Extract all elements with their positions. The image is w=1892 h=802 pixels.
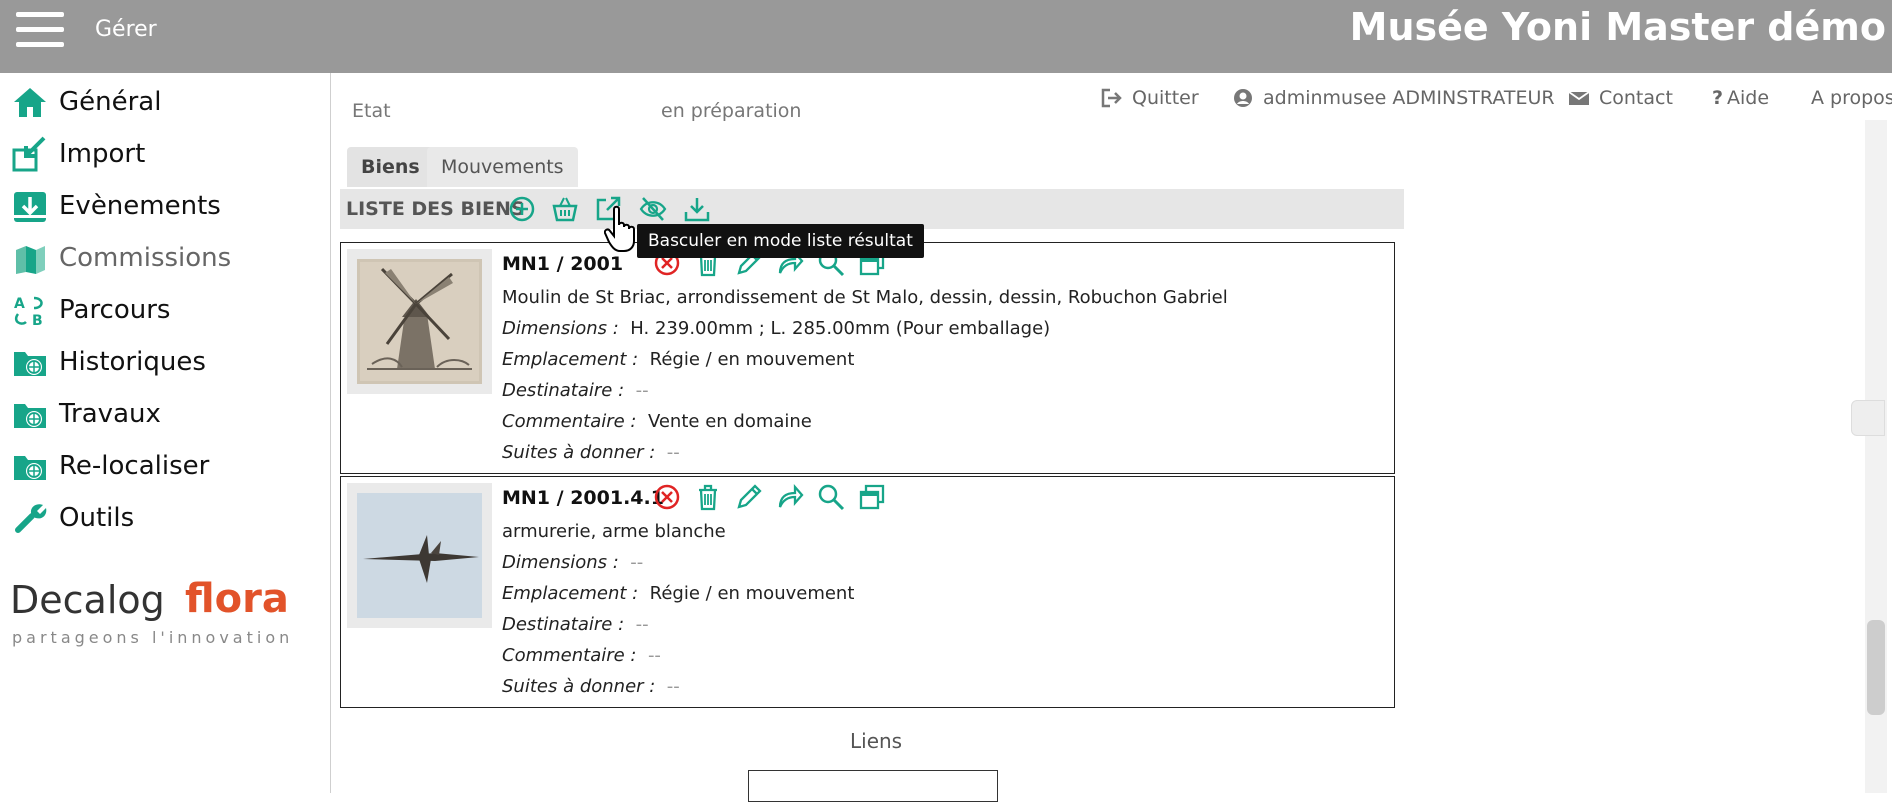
item-field: Commentaire : Vente en domaine — [502, 411, 812, 432]
item-description: armurerie, arme blanche — [502, 521, 726, 542]
sidebar-item-historiques[interactable]: Historiques — [0, 338, 330, 384]
folder-globe-icon — [14, 404, 46, 428]
item-field: Emplacement : Régie / en mouvement — [502, 583, 855, 604]
sidebar-item-travaux[interactable]: Travaux — [0, 390, 330, 436]
wrench-icon — [15, 504, 47, 533]
item-field: Emplacement : Régie / en mouvement — [502, 349, 855, 370]
trash-icon[interactable] — [694, 483, 722, 511]
item-thumbnail[interactable] — [347, 249, 492, 394]
tab-mouvements[interactable]: Mouvements — [427, 147, 578, 187]
route-icon: A B — [14, 296, 43, 328]
contact-link-label: Contact — [1599, 87, 1673, 109]
item-field: Suites à donner : -- — [502, 442, 680, 463]
user-link-label: adminmusee ADMINSTRATEUR — [1263, 87, 1555, 109]
blade-weapon-image — [357, 493, 482, 618]
help-link-label: Aide — [1727, 87, 1770, 109]
download-box-icon — [14, 192, 46, 222]
links-box[interactable] — [748, 770, 998, 802]
home-icon — [14, 88, 46, 117]
sidebar-item-label: Historiques — [59, 347, 206, 377]
item-thumbnail[interactable] — [347, 483, 492, 628]
copy-window-icon[interactable] — [858, 483, 886, 511]
svg-text:A: A — [14, 296, 25, 312]
contact-link[interactable]: Contact — [1568, 87, 1673, 109]
status-value-cutoff: en préparation — [661, 100, 802, 122]
status-label-cutoff: Etat — [352, 100, 391, 122]
menu-label[interactable]: Gérer — [95, 17, 157, 42]
item-field: Destinataire : -- — [502, 380, 649, 401]
sign-out-icon — [1101, 88, 1122, 108]
tooltip: Basculer en mode liste résultat — [637, 224, 924, 258]
app-title: Musée Yoni Master démo — [1349, 5, 1886, 49]
item-reference[interactable]: MN1 / 2001.4.1 — [502, 487, 664, 509]
sidebar-item-general[interactable]: Général — [0, 78, 330, 124]
links-section-title: Liens — [850, 729, 903, 753]
sidebar-item-label: Outils — [59, 503, 135, 533]
sidebar-item-label: Travaux — [59, 399, 161, 429]
sidebar-item-label: Evènements — [59, 191, 221, 221]
item-card: MN1 / 2001.4.1 armurerie, arme blanche D… — [340, 476, 1395, 708]
item-description: Moulin de St Briac, arrondissement de St… — [502, 287, 1228, 308]
user-link[interactable]: adminmusee ADMINSTRATEUR — [1232, 87, 1555, 109]
about-link[interactable]: A propos — [1811, 87, 1892, 109]
user-circle-icon — [1234, 89, 1252, 107]
folder-globe-icon — [14, 456, 46, 480]
tab-biens[interactable]: Biens — [347, 147, 434, 187]
remove-circle-icon[interactable] — [653, 483, 681, 511]
sidebar-item-re-localiser[interactable]: Re-localiser — [0, 442, 330, 488]
item-field: Suites à donner : -- — [502, 676, 680, 697]
envelope-icon — [1568, 91, 1590, 105]
top-header: Gérer Musée Yoni Master démo — [0, 0, 1892, 73]
sidebar-item-outils[interactable]: Outils — [0, 494, 330, 540]
sidebar-item-label: Commissions — [59, 243, 232, 273]
sidebar-item-commissions[interactable]: Commissions — [0, 234, 330, 280]
hand-pointer-cursor-icon — [604, 205, 635, 252]
tab-bar: Biens Mouvements — [343, 147, 1403, 189]
item-field: Dimensions : H. 239.00mm ; L. 285.00mm (… — [502, 318, 1051, 339]
search-icon[interactable] — [817, 483, 845, 511]
item-field: Destinataire : -- — [502, 614, 649, 635]
windmill-drawing-image — [357, 259, 482, 384]
sidebar-item-import[interactable]: Import — [0, 130, 330, 176]
list-header-bar: LISTE DES BIENS — [340, 189, 1404, 229]
books-icon — [16, 246, 45, 274]
svg-text:B: B — [32, 313, 43, 328]
share-arrow-icon[interactable] — [776, 483, 804, 511]
list-title: LISTE DES BIENS — [346, 198, 525, 220]
item-reference[interactable]: MN1 / 2001 — [502, 253, 623, 275]
add-circle-icon[interactable] — [508, 195, 536, 223]
import-icon — [12, 136, 46, 172]
sidebar: Général Import Evènements Commissions A … — [0, 73, 331, 793]
scrollbar-thumb[interactable] — [1867, 620, 1885, 715]
sidebar-item-label: Général — [59, 87, 162, 117]
download-tray-icon[interactable] — [683, 195, 711, 223]
sidebar-item-label: Parcours — [59, 295, 171, 325]
sidebar-item-label: Re-localiser — [59, 451, 210, 481]
quit-link[interactable]: Quitter — [1101, 87, 1199, 109]
pencil-icon[interactable] — [735, 483, 763, 511]
sidebar-item-label: Import — [59, 139, 146, 169]
sidebar-item-parcours[interactable]: A B Parcours — [0, 286, 330, 332]
about-link-label: A propos — [1811, 87, 1892, 109]
item-card: MN1 / 2001 Moulin de St Briac, arrondiss… — [340, 242, 1395, 474]
sidebar-item-evenements[interactable]: Evènements — [0, 182, 330, 228]
item-field: Dimensions : -- — [502, 552, 644, 573]
folder-globe-icon — [14, 352, 46, 376]
help-link[interactable]: ? Aide — [1712, 87, 1769, 109]
question-icon: ? — [1712, 87, 1724, 109]
hamburger-menu-icon[interactable] — [16, 12, 64, 48]
basket-icon[interactable] — [551, 195, 579, 223]
item-field: Commentaire : -- — [502, 645, 661, 666]
decalog-flora-logo: Decalog flora partageons l'innovation — [10, 576, 294, 647]
quit-link-label: Quitter — [1132, 87, 1199, 109]
side-panel-toggle-icon[interactable] — [1851, 400, 1885, 436]
